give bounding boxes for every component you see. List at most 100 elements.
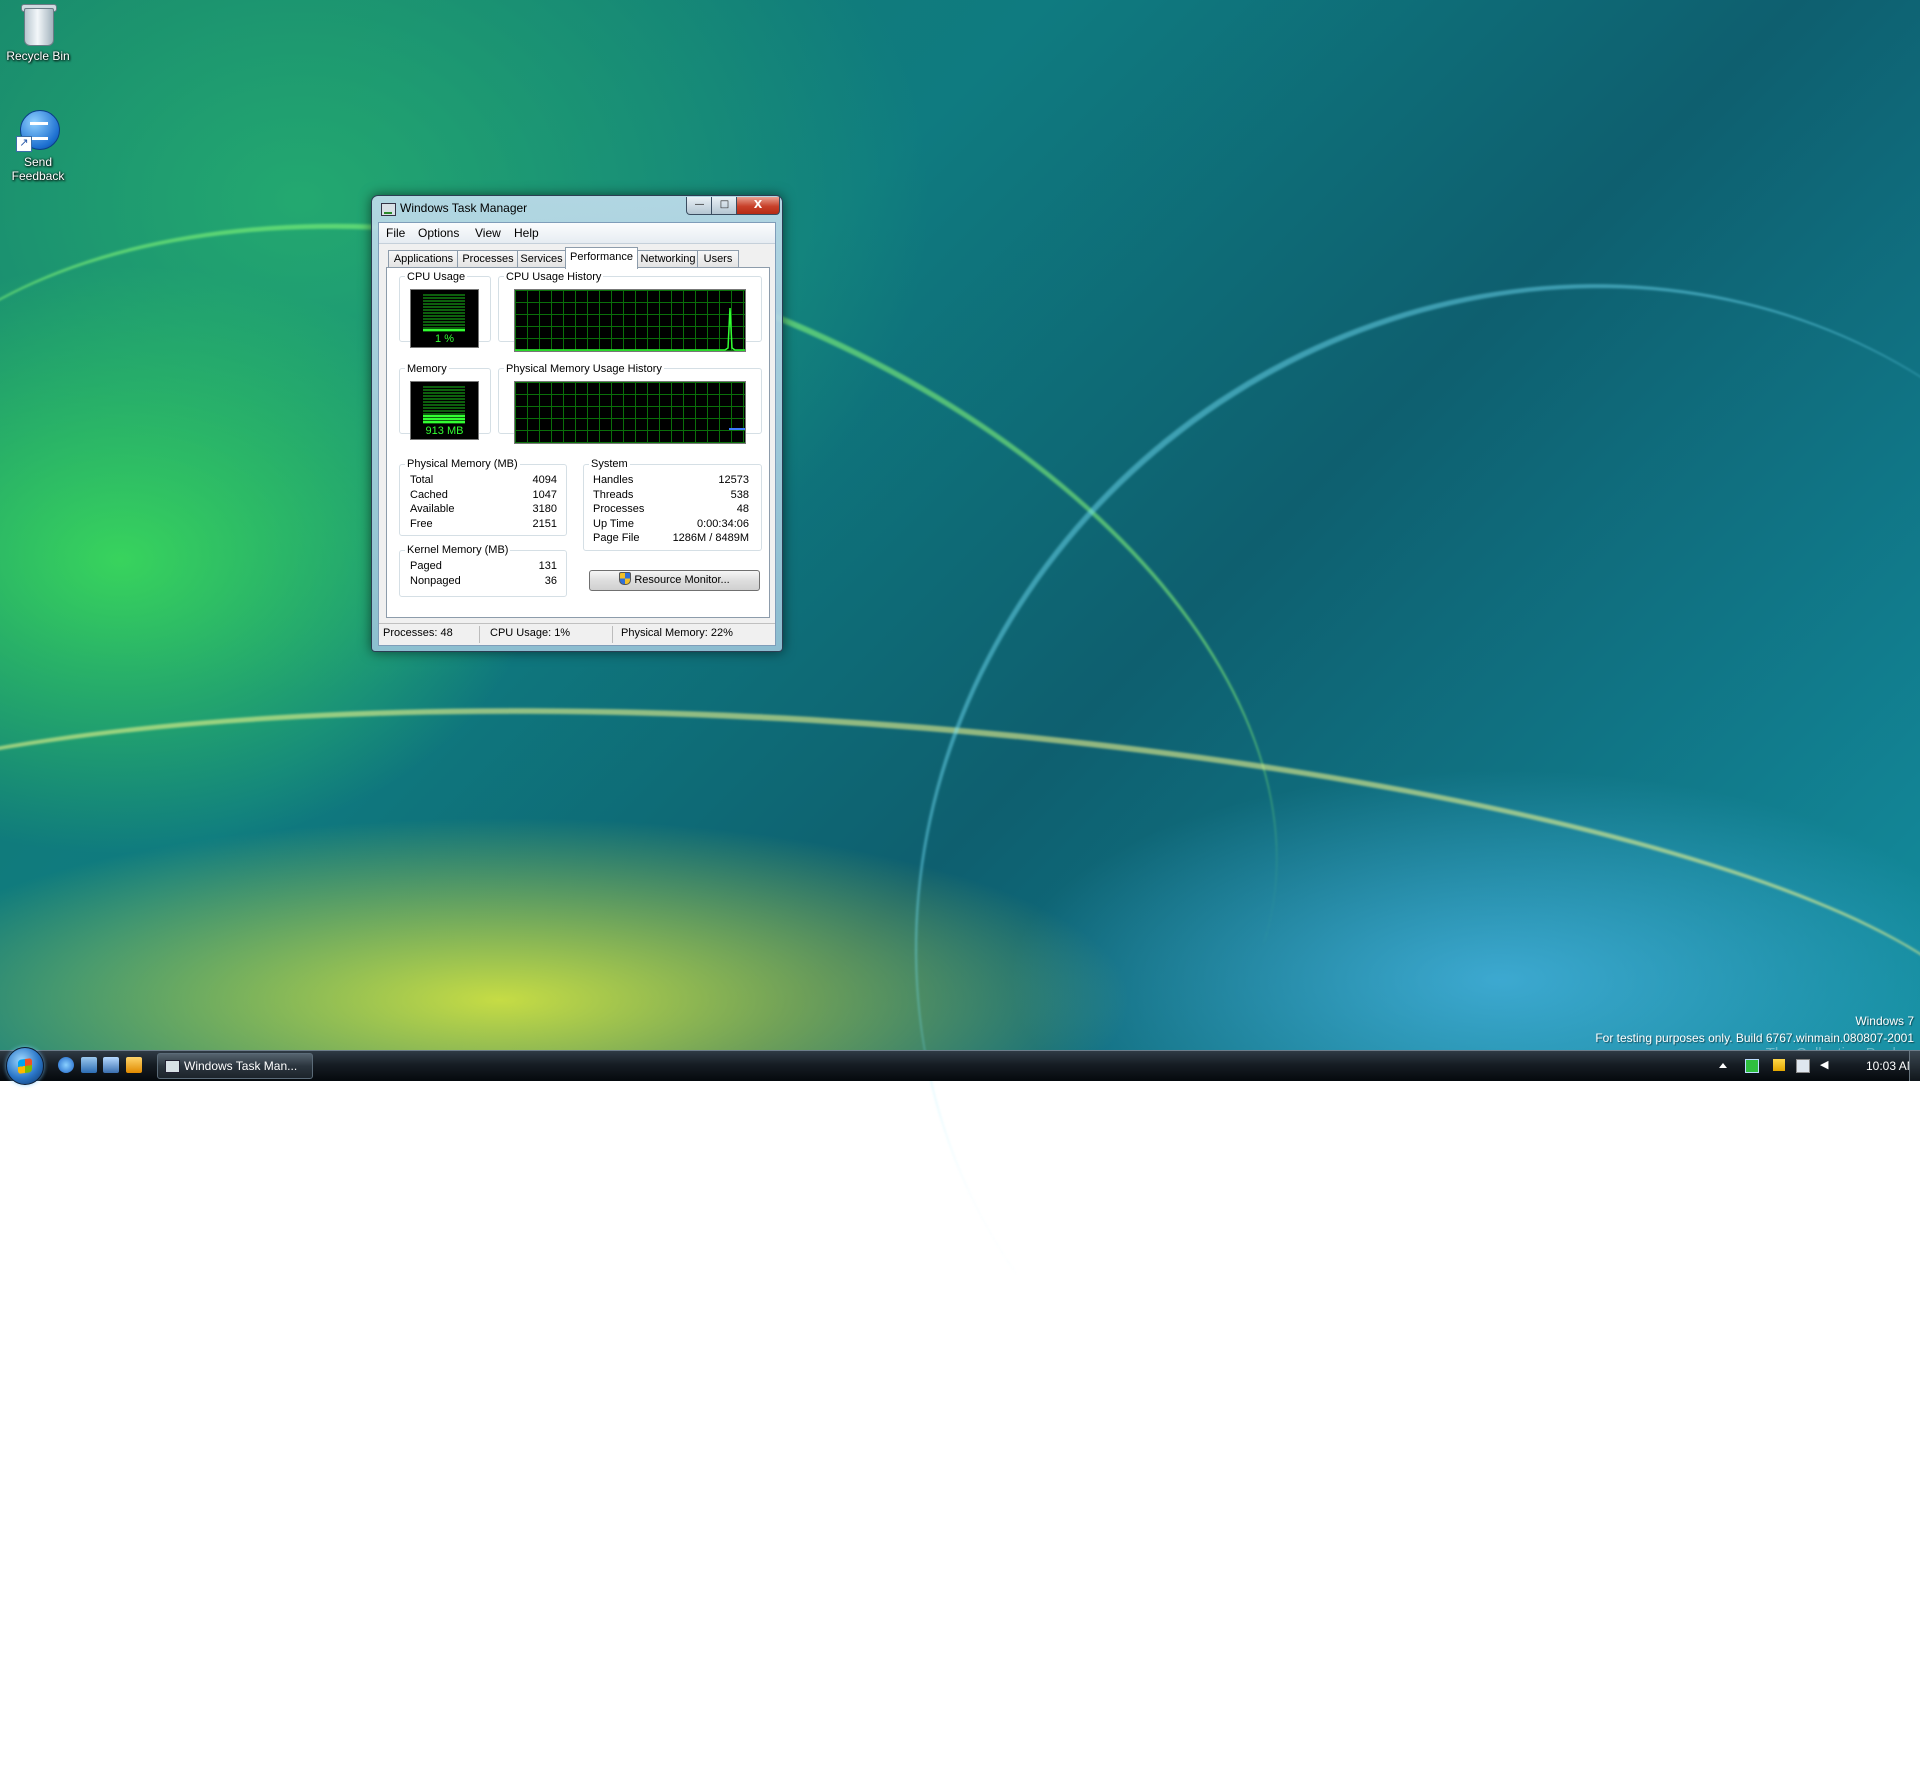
stat-value: 4094 (532, 474, 557, 486)
status-divider (612, 626, 613, 643)
menu-file[interactable]: File (386, 226, 405, 240)
stat-row-page-file: Page File 1286M / 8489M (593, 532, 749, 546)
stat-row-nonpaged: Nonpaged 36 (410, 575, 557, 589)
battery-icon[interactable] (1745, 1059, 1759, 1073)
kernel-memory-label: Kernel Memory (MB) (405, 544, 511, 556)
stat-key: Cached (410, 489, 448, 501)
tab-processes[interactable]: Processes (457, 250, 519, 268)
watermark-os-name: Windows 7 (1855, 1014, 1914, 1028)
stat-value: 48 (736, 503, 749, 515)
stat-key: Processes (593, 503, 645, 515)
window-title: Windows Task Manager (400, 201, 528, 215)
stat-value: 0:00:34:06 (697, 518, 749, 530)
memory-value: 913 MB (425, 425, 464, 437)
stat-key: Paged (410, 560, 442, 572)
task-manager-window[interactable]: Windows Task Manager — □ X File Options … (371, 195, 783, 652)
taskbar: Windows Task Man... ◀ 10:03 AM (0, 1047, 1920, 1085)
desktop-icon-label: Feedback (11, 169, 65, 183)
task-manager-icon (165, 1060, 180, 1073)
stat-row-cached: Cached 1047 (410, 489, 557, 503)
stat-key: Free (410, 518, 433, 530)
close-button[interactable]: X (736, 197, 780, 215)
send-feedback-icon: ↗ (16, 108, 60, 152)
memory-label: Memory (405, 363, 449, 375)
tab-services[interactable]: Services (517, 250, 566, 268)
stat-value: 131 (538, 560, 557, 572)
desktop-icon-recycle-bin[interactable]: Recycle Bin (0, 2, 78, 63)
status-bar: Processes: 48 CPU Usage: 1% Physical Mem… (379, 623, 775, 645)
stat-value: 3180 (532, 503, 557, 515)
stat-row-threads: Threads 538 (593, 489, 749, 503)
taskbar-button-task-manager[interactable]: Windows Task Man... (157, 1053, 313, 1079)
memory-meter: 913 MB (410, 381, 479, 440)
cpu-usage-meter: 1 % (410, 289, 479, 348)
desktop-icon-label: Send (23, 155, 53, 169)
stat-row-total: Total 4094 (410, 474, 557, 488)
resource-monitor-button[interactable]: Resource Monitor... (589, 570, 760, 591)
stat-key: Page File (593, 532, 640, 544)
menu-bar: File Options View Help (379, 223, 775, 244)
tab-networking[interactable]: Networking (637, 250, 699, 268)
stat-key: Available (410, 503, 455, 515)
menu-help[interactable]: Help (514, 226, 539, 240)
internet-explorer-icon[interactable] (58, 1057, 74, 1073)
volume-icon[interactable]: ◀ (1820, 1059, 1832, 1071)
stat-row-handles: Handles 12573 (593, 474, 749, 488)
maximize-button[interactable]: □ (711, 197, 738, 215)
stat-value: 36 (544, 575, 557, 587)
status-cpu-usage: CPU Usage: 1% (490, 627, 571, 639)
cpu-usage-value: 1 % (435, 333, 454, 345)
network-icon[interactable] (1796, 1059, 1810, 1073)
stat-key: Nonpaged (410, 575, 461, 587)
status-processes: Processes: 48 (383, 627, 453, 639)
window-client-area: File Options View Help Applications Proc… (378, 222, 776, 646)
minimize-button[interactable]: — (686, 197, 713, 215)
action-center-icon[interactable] (1773, 1059, 1785, 1071)
title-bar[interactable]: Windows Task Manager — □ X (372, 196, 782, 222)
menu-view[interactable]: View (475, 226, 501, 240)
stat-row-paged: Paged 131 (410, 560, 557, 574)
memory-history-label: Physical Memory Usage History (504, 363, 664, 375)
stat-key: Up Time (593, 518, 634, 530)
switch-windows-icon[interactable] (103, 1057, 119, 1073)
show-desktop-quicklaunch-icon[interactable] (81, 1057, 97, 1073)
media-player-icon[interactable] (126, 1057, 142, 1073)
stat-key: Handles (593, 474, 634, 486)
tab-users[interactable]: Users (697, 250, 739, 268)
stat-value: 1047 (532, 489, 557, 501)
stat-value: 538 (730, 489, 749, 501)
recycle-bin-icon (16, 2, 60, 46)
desktop-icon-send-feedback[interactable]: ↗ Send Feedback (0, 108, 78, 183)
show-hidden-icons-icon[interactable] (1719, 1063, 1727, 1068)
performance-panel: CPU Usage 1 % CPU Usage History Memory 9… (386, 267, 770, 618)
status-divider (479, 626, 480, 643)
tab-performance[interactable]: Performance (565, 247, 638, 269)
cpu-history-label: CPU Usage History (504, 271, 604, 283)
stat-value: 12573 (718, 474, 749, 486)
stat-row-free: Free 2151 (410, 518, 557, 532)
memory-meter-fill (423, 415, 465, 424)
menu-options[interactable]: Options (418, 226, 459, 240)
status-physical-memory: Physical Memory: 22% (621, 627, 733, 639)
watermark-build-info: For testing purposes only. Build 6767.wi… (1595, 1031, 1914, 1045)
taskbar-button-label: Windows Task Man... (184, 1059, 298, 1073)
stat-key: Total (410, 474, 434, 486)
desktop-icon-label: Recycle Bin (6, 49, 70, 63)
cpu-history-line (515, 307, 745, 351)
resource-monitor-label: Resource Monitor... (634, 574, 730, 586)
show-desktop-button[interactable] (1909, 1051, 1920, 1081)
start-button[interactable] (6, 1047, 44, 1085)
memory-history-line (729, 428, 745, 430)
memory-history-graph (514, 381, 746, 444)
cpu-usage-meter-fill (423, 329, 465, 332)
system-label: System (589, 458, 630, 470)
stat-row-processes: Processes 48 (593, 503, 749, 517)
stat-value: 1286M / 8489M (672, 532, 749, 544)
stat-key: Threads (593, 489, 634, 501)
physical-memory-label: Physical Memory (MB) (405, 458, 520, 470)
uac-shield-icon (619, 572, 632, 585)
stat-value: 2151 (532, 518, 557, 530)
tab-applications[interactable]: Applications (388, 250, 459, 268)
desktop (0, 0, 1920, 1770)
cpu-usage-label: CPU Usage (405, 271, 468, 283)
